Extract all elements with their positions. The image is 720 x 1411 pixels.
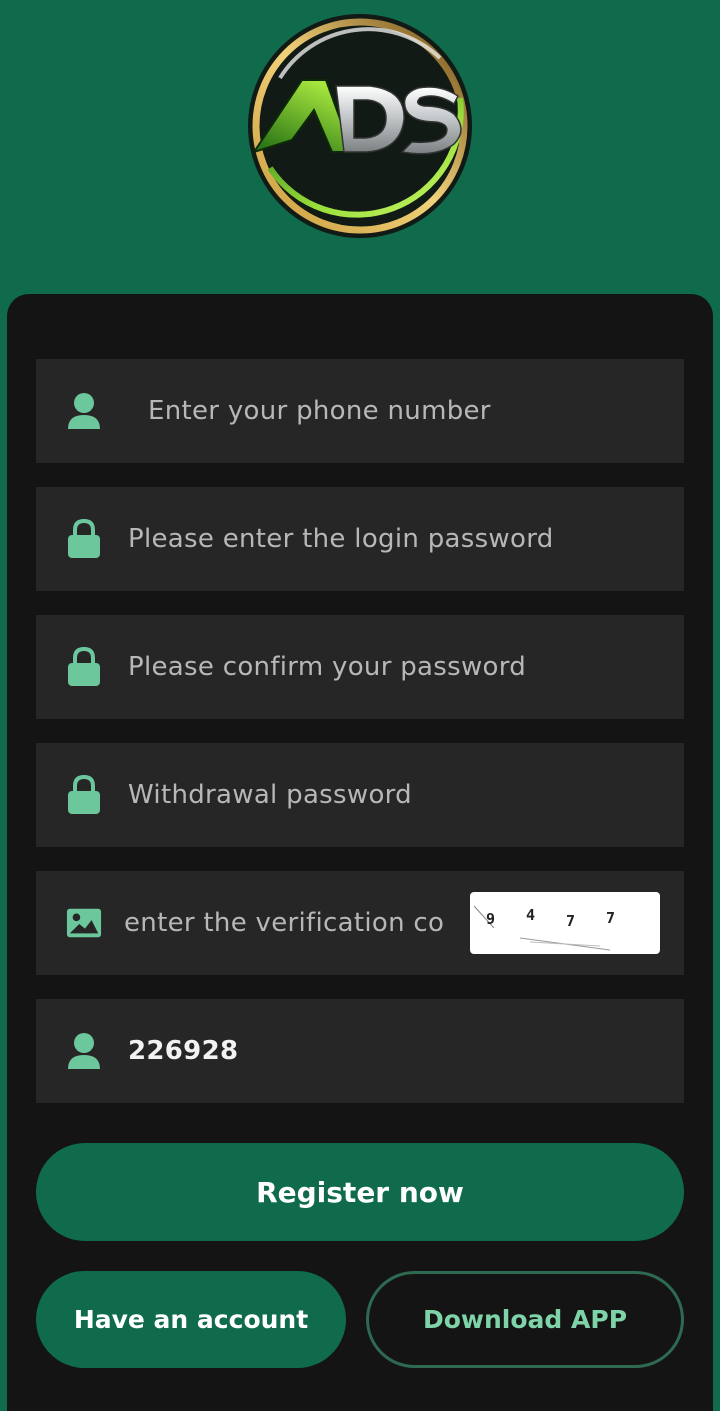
register-button[interactable]: Register now <box>36 1143 684 1241</box>
have-account-label: Have an account <box>73 1305 309 1334</box>
login-password-input[interactable] <box>128 509 668 569</box>
invite-code-field <box>36 999 684 1103</box>
captcha-digit: 7 <box>606 909 616 927</box>
confirm-password-field <box>36 615 684 719</box>
image-icon <box>66 903 102 943</box>
download-app-label: Download APP <box>422 1305 628 1334</box>
user-icon <box>66 391 102 431</box>
lock-icon <box>66 647 102 687</box>
ads-logo <box>248 14 472 238</box>
user-icon <box>66 1031 102 1071</box>
withdrawal-password-input[interactable] <box>128 765 668 825</box>
header <box>0 0 720 330</box>
confirm-password-input[interactable] <box>128 637 668 697</box>
download-app-button[interactable]: Download APP <box>366 1271 684 1368</box>
captcha-digit: 7 <box>566 912 576 930</box>
lock-icon <box>66 775 102 815</box>
phone-field <box>36 359 688 463</box>
captcha-digit: 4 <box>526 906 536 924</box>
captcha-digit: 9 <box>486 910 496 928</box>
withdrawal-password-field <box>36 743 684 847</box>
login-password-field <box>36 487 684 591</box>
phone-input[interactable] <box>148 381 688 441</box>
verification-input[interactable] <box>124 893 464 953</box>
invite-code-input[interactable] <box>128 1021 668 1081</box>
verification-field: 9 4 7 7 <box>36 871 684 975</box>
lock-icon <box>66 519 102 559</box>
captcha-image[interactable]: 9 4 7 7 <box>470 892 660 954</box>
have-account-button[interactable]: Have an account <box>36 1271 346 1368</box>
